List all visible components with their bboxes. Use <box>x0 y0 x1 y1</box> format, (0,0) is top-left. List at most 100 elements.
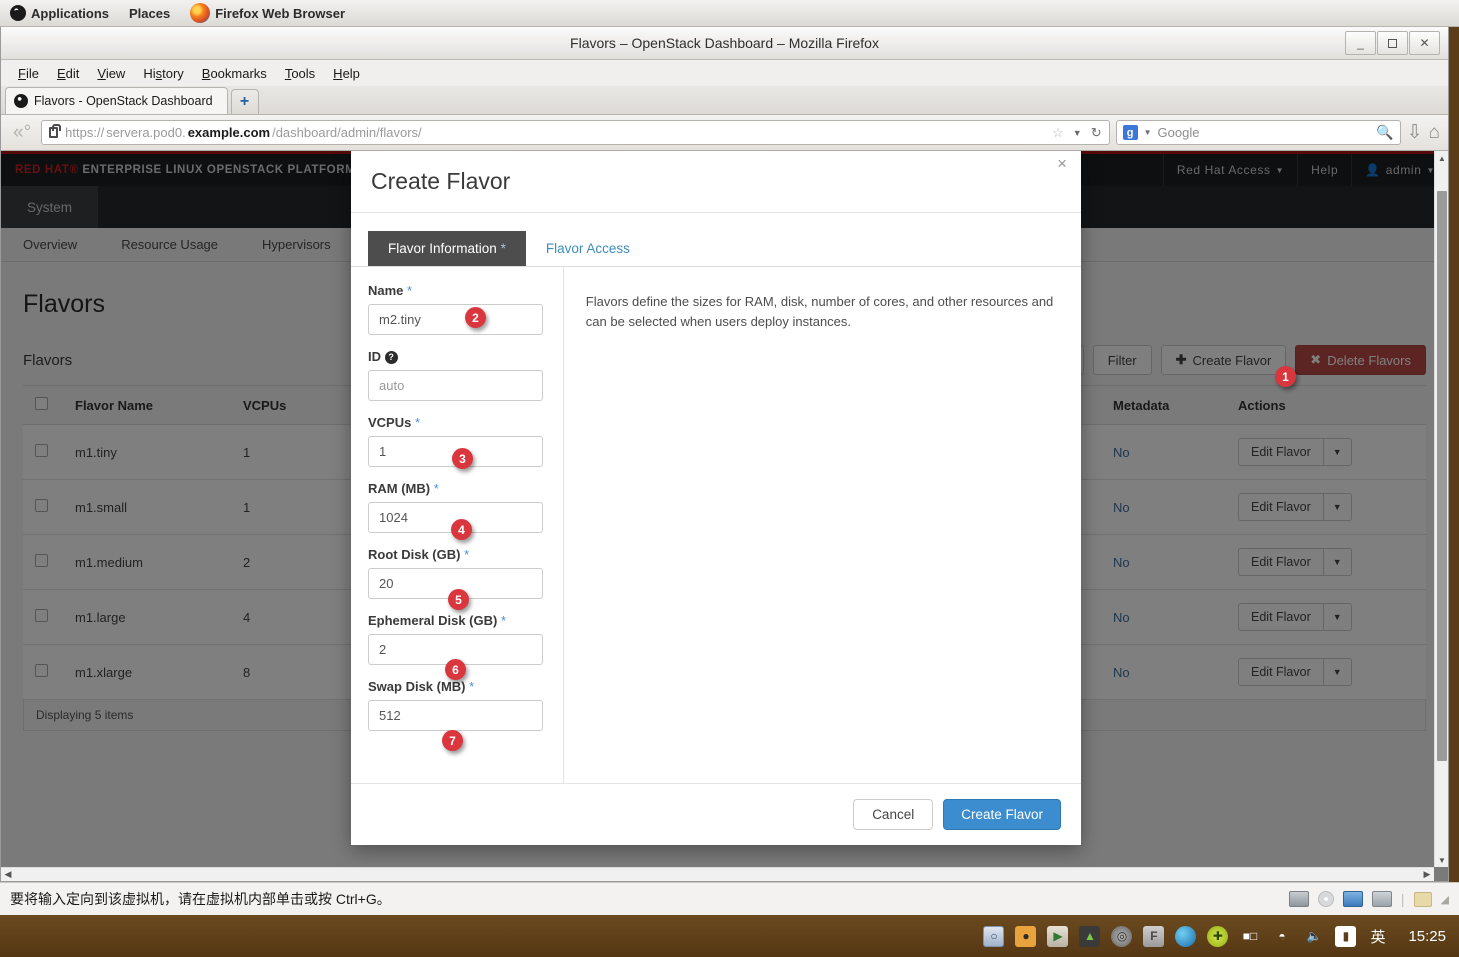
firefox-icon <box>190 3 211 23</box>
red-hat-logo-icon <box>10 5 26 21</box>
callout-badge-7: 7 <box>442 730 463 751</box>
callout-badge-3: 3 <box>452 448 473 469</box>
url-host-domain: example.com <box>187 125 271 140</box>
applications-menu[interactable]: Applications <box>0 0 119 27</box>
volume-icon[interactable]: 🔈 <box>1303 926 1324 947</box>
wifi-icon[interactable]: ◓ <box>1271 926 1292 947</box>
scroll-down-icon[interactable]: ▼ <box>1435 853 1448 867</box>
firefox-window: Flavors – OpenStack Dashboard – Mozilla … <box>0 27 1449 882</box>
minimize-button[interactable]: _ <box>1345 31 1376 55</box>
gnome-top-panel: Applications Places Firefox Web Browser <box>0 0 1459 27</box>
field-input[interactable] <box>368 700 543 731</box>
tab-title: Flavors - OpenStack Dashboard <box>34 94 213 108</box>
clock[interactable]: 15:25 <box>1408 928 1446 945</box>
callout-badge-4: 4 <box>451 519 472 540</box>
qq-penguin-icon[interactable]: ● <box>1015 925 1037 947</box>
search-input[interactable]: Google <box>1158 125 1200 140</box>
browser-icon[interactable] <box>1175 925 1197 947</box>
search-icon[interactable]: 🔍 <box>1376 124 1393 141</box>
menu-bookmarks[interactable]: Bookmarks <box>193 63 276 84</box>
bookmark-star-icon[interactable]: ☆ <box>1052 125 1064 141</box>
home-icon[interactable]: ⌂ <box>1429 122 1440 144</box>
field-label: Root Disk (GB) * <box>368 547 470 562</box>
field-input[interactable] <box>368 304 543 335</box>
chevron-down-icon[interactable]: ▼ <box>1144 128 1152 137</box>
page-vertical-scrollbar[interactable]: ▲ ▼ <box>1434 151 1448 867</box>
maximize-button[interactable] <box>1377 31 1408 55</box>
scroll-left-icon[interactable]: ◀ <box>1 868 15 882</box>
window-list-firefox[interactable]: Firefox Web Browser <box>180 0 355 27</box>
menu-history[interactable]: History <box>134 63 192 84</box>
scroll-up-icon[interactable]: ▲ <box>1435 151 1448 165</box>
menu-help[interactable]: Help <box>324 63 369 84</box>
menu-file[interactable]: File <box>9 63 48 84</box>
back-forward-icon[interactable]: «° <box>9 122 35 144</box>
cd-drive-icon[interactable] <box>1317 891 1334 907</box>
url-bar[interactable]: https:// servera.pod0. example.com /dash… <box>41 120 1110 145</box>
vm-status-message: 要将输入定向到该虚拟机，请在虚拟机内部单击或按 Ctrl+G。 <box>10 891 391 907</box>
callout-badge-1: 1 <box>1275 366 1296 387</box>
shield-icon[interactable]: ○ <box>983 925 1005 947</box>
modal-tablist: Flavor Information * Flavor Access <box>351 213 1081 267</box>
close-button[interactable]: ✕ <box>1409 31 1440 55</box>
vertical-scroll-thumb[interactable] <box>1437 191 1447 761</box>
network-adapter-icon[interactable] <box>1342 891 1363 907</box>
url-host-prefix: servera.pod0. <box>106 125 186 140</box>
reload-icon[interactable]: ↻ <box>1091 125 1102 141</box>
camera-icon[interactable] <box>1371 891 1392 907</box>
callout-badge-6: 6 <box>445 659 466 680</box>
nvidia-settings-icon[interactable]: ▲ <box>1079 925 1101 947</box>
tab-flavor-access[interactable]: Flavor Access <box>526 231 650 266</box>
places-menu[interactable]: Places <box>119 0 180 27</box>
form-field: Name * <box>368 283 543 335</box>
chevron-down-icon[interactable]: ▼ <box>1073 128 1082 138</box>
vm-status-tray: | ◢ <box>1288 891 1449 907</box>
modal-description: Flavors define the sizes for RAM, disk, … <box>585 294 1054 330</box>
system-tray: ○ ● ▶ ▲ ◎ F ✚ ■□ ◓ 🔈 ▮ 英 15:25 <box>983 925 1459 947</box>
modal-header: Create Flavor × <box>351 151 1081 213</box>
window-controls: _ ✕ <box>1344 31 1440 55</box>
tab-flavor-information[interactable]: Flavor Information * <box>368 231 526 266</box>
notes-icon[interactable] <box>1413 891 1432 907</box>
scroll-right-icon[interactable]: ▶ <box>1420 868 1434 882</box>
menu-tools[interactable]: Tools <box>276 63 324 84</box>
help-icon[interactable]: ? <box>384 350 398 364</box>
field-input[interactable] <box>368 370 543 401</box>
field-label: RAM (MB) * <box>368 481 439 496</box>
updater-icon[interactable]: ✚ <box>1207 925 1229 947</box>
field-label: VCPUs * <box>368 415 421 430</box>
places-menu-label: Places <box>129 5 171 21</box>
new-tab-button[interactable]: + <box>230 89 259 114</box>
applications-menu-label: Applications <box>31 5 110 21</box>
resize-grip-icon[interactable]: ◢ <box>1441 893 1449 906</box>
screenshot-tool-icon[interactable]: ▶ <box>1047 925 1069 947</box>
battery-icon[interactable]: ■□ <box>1239 926 1260 947</box>
vm-status-bar: 要将输入定向到该虚拟机，请在虚拟机内部单击或按 Ctrl+G。 | ◢ <box>0 882 1459 915</box>
modal-footer: Cancel Create Flavor <box>351 783 1081 845</box>
font-manager-icon[interactable]: F <box>1143 925 1165 947</box>
form-field: Ephemeral Disk (GB) * <box>368 613 543 665</box>
page-viewport: RED HAT ® ENTERPRISE LINUX OPENSTACK PLA… <box>1 151 1448 881</box>
ime-panel-icon[interactable]: ▮ <box>1335 925 1357 947</box>
search-bar[interactable]: g ▼ Google 🔍 <box>1115 120 1401 145</box>
page-horizontal-scrollbar[interactable]: ◀ ▶ <box>1 867 1434 881</box>
browser-tab[interactable]: Flavors - OpenStack Dashboard <box>5 87 228 114</box>
url-scheme: https:// <box>65 125 105 140</box>
downloads-icon[interactable]: ⇩ <box>1407 121 1423 144</box>
desktop-taskbar: ○ ● ▶ ▲ ◎ F ✚ ■□ ◓ 🔈 ▮ 英 15:25 <box>0 915 1459 957</box>
url-path: /dashboard/admin/flavors/ <box>272 125 422 140</box>
ime-language-icon[interactable]: 英 <box>1367 926 1388 947</box>
close-icon[interactable]: × <box>1057 155 1067 172</box>
field-label: Name * <box>368 283 413 298</box>
search-engine-icon[interactable]: g <box>1122 125 1138 140</box>
menu-view[interactable]: View <box>88 63 134 84</box>
form-field: Swap Disk (MB) * <box>368 679 543 731</box>
cancel-button[interactable]: Cancel <box>853 799 934 830</box>
form-field: ID ? <box>368 349 543 401</box>
firewall-icon[interactable]: ◎ <box>1111 925 1133 947</box>
menu-bar: File Edit View History Bookmarks Tools H… <box>1 60 1448 86</box>
callout-badge-5: 5 <box>448 589 469 610</box>
hard-disk-icon[interactable] <box>1288 891 1309 907</box>
create-flavor-submit-button[interactable]: Create Flavor <box>943 799 1061 830</box>
menu-edit[interactable]: Edit <box>48 63 88 84</box>
